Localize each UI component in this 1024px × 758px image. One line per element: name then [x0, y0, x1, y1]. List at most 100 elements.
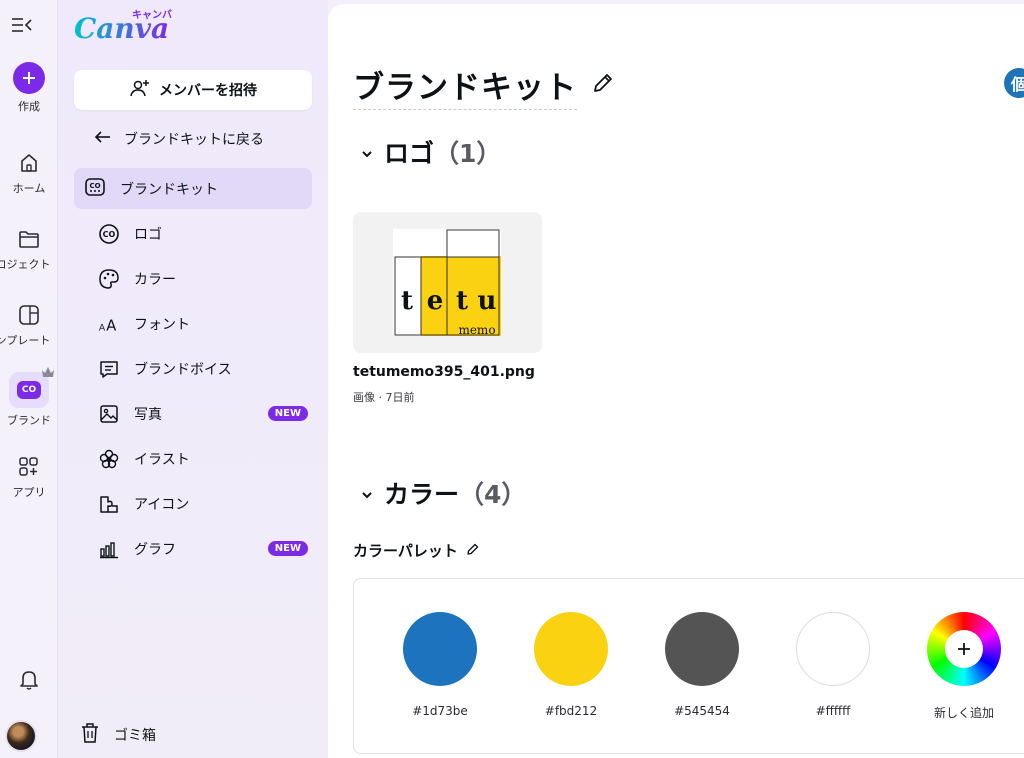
chevron-down-icon [360, 138, 374, 167]
plus-icon [13, 62, 45, 94]
rail-home[interactable]: ホーム [0, 150, 58, 196]
nav-item-label: 写真 [134, 407, 162, 423]
rail-brand-label: ブランド [7, 414, 51, 427]
color-palette: #1d73be #fbd212 #545454 #ffffff 新しく追加 [353, 578, 1024, 754]
color-swatch[interactable]: #545454 [664, 612, 740, 718]
message-icon [98, 358, 120, 380]
canva-logo-kana: キャンバ [132, 10, 172, 21]
brand-active-tile: CO [9, 367, 54, 408]
palette-icon [98, 268, 120, 290]
color-swatch-hex: #fbd212 [544, 704, 598, 718]
rail-templates-label: ンプレート [0, 334, 51, 347]
nav-item-icons[interactable]: アイコン [98, 489, 308, 519]
add-user-icon [129, 77, 151, 103]
chart-icon [98, 538, 120, 560]
new-badge: NEW [267, 406, 308, 421]
nav-item-label: ブランドボイス [134, 362, 232, 378]
logo-thumbnail-card[interactable]: t e t u memo [353, 212, 542, 353]
pencil-icon[interactable] [466, 542, 480, 560]
logo-letter-t1: t [401, 286, 413, 316]
rail-home-label: ホーム [12, 182, 46, 195]
color-swatch[interactable]: #fbd212 [533, 612, 609, 718]
color-swatch[interactable]: #1d73be [402, 612, 478, 718]
logo-co-icon: CO [98, 223, 120, 245]
logo-file-meta: 画像 · 7日前 [353, 391, 415, 404]
trash-link[interactable]: ゴミ箱 [80, 722, 156, 748]
page-title[interactable]: ブランドキット [353, 62, 577, 110]
template-icon [16, 302, 42, 328]
nav-item-label: アイコン [134, 497, 190, 513]
nav-item-logo[interactable]: CO ロゴ [98, 219, 308, 249]
nav-item-label: フォント [134, 317, 190, 333]
rail-projects[interactable]: ロジェクト [0, 226, 58, 272]
color-swatch[interactable]: #ffffff [795, 612, 871, 718]
brand-chip: CO [17, 381, 41, 399]
flower-icon [98, 448, 120, 470]
color-swatch-hex: #545454 [674, 704, 730, 718]
brand-kit-nav-item[interactable]: CO ブランドキット [74, 168, 312, 209]
rail-templates[interactable]: ンプレート [0, 302, 58, 348]
rail-notifications[interactable] [0, 666, 58, 692]
logo-subtext: memo [458, 323, 495, 337]
left-rail: 作成 ホーム ロジェクト ンプレート CO ブランド アプリ [0, 0, 58, 758]
menu-collapse-icon[interactable] [10, 14, 34, 36]
logo-file-name: tetumemo395_401.png [353, 364, 535, 380]
nav-item-photo[interactable]: 写真 NEW [98, 399, 308, 429]
shapes-icon [98, 493, 120, 515]
brand-kit-label: ブランドキット [120, 181, 218, 198]
rail-create-label: 作成 [18, 100, 40, 113]
nav-item-label: グラフ [134, 542, 176, 558]
scope-chip[interactable]: 個 [1004, 68, 1024, 98]
nav-item-color[interactable]: カラー [98, 264, 308, 294]
font-icon: AA [98, 313, 120, 335]
color-section-title: カラー [384, 480, 460, 509]
plus-icon [945, 630, 983, 668]
new-badge: NEW [267, 541, 308, 556]
arrow-left-icon [94, 130, 112, 148]
color-section-count: （4） [459, 480, 527, 509]
logo-letter-t2: t [456, 286, 468, 316]
color-swatch-dot [796, 612, 870, 686]
brand-panel: Canva キャンバ メンバーを招待 ブランドキットに戻る CO ブランドキット… [58, 0, 328, 758]
logo-section-count: （1） [434, 139, 502, 168]
rail-create[interactable]: 作成 [0, 62, 58, 114]
svg-text:A: A [106, 317, 116, 334]
tetumemo-logo-image: t e t u memo [393, 229, 501, 337]
logo-letter-e: e [427, 286, 444, 316]
home-icon [16, 150, 42, 176]
user-avatar[interactable] [5, 720, 37, 752]
svg-text:CO: CO [89, 182, 100, 190]
apps-icon [16, 454, 42, 480]
color-wheel-icon [927, 612, 1001, 686]
palette-title[interactable]: カラーパレット [353, 540, 480, 561]
folder-icon [16, 226, 42, 252]
back-link-label: ブランドキットに戻る [124, 132, 264, 148]
nav-item-brand-voice[interactable]: ブランドボイス [98, 354, 308, 384]
rail-apps[interactable]: アプリ [0, 454, 58, 500]
trash-icon [80, 722, 100, 748]
canva-logo[interactable]: Canva キャンバ [74, 6, 174, 46]
image-icon [98, 403, 120, 425]
nav-item-illustration[interactable]: イラスト [98, 444, 308, 474]
color-swatch-dot [534, 612, 608, 686]
color-swatch-dot [403, 612, 477, 686]
nav-item-label: イラスト [134, 452, 190, 468]
color-swatch-hex: #1d73be [412, 704, 468, 718]
palette-title-label: カラーパレット [353, 542, 458, 560]
color-section-header[interactable]: カラー（4） [360, 475, 526, 511]
invite-members-button[interactable]: メンバーを招待 [74, 70, 312, 110]
svg-text:A: A [99, 322, 106, 333]
back-to-brand-kit-link[interactable]: ブランドキットに戻る [94, 126, 264, 152]
add-color-button[interactable]: 新しく追加 [926, 612, 1002, 721]
main-content: ブランドキット 個 ロゴ（1） t e t u memo tetumemo395… [328, 4, 1024, 758]
logo-section-title: ロゴ [384, 139, 435, 168]
nav-item-label: カラー [134, 272, 176, 288]
logo-letter-u: u [478, 286, 497, 316]
pencil-icon[interactable] [590, 70, 616, 100]
nav-item-font[interactable]: AA フォント [98, 309, 308, 339]
nav-item-graph[interactable]: グラフ NEW [98, 534, 308, 564]
logo-section-header[interactable]: ロゴ（1） [360, 134, 501, 170]
rail-brand[interactable]: CO ブランド [0, 367, 58, 428]
color-swatch-hex: #ffffff [815, 704, 851, 718]
trash-label: ゴミ箱 [114, 728, 156, 744]
